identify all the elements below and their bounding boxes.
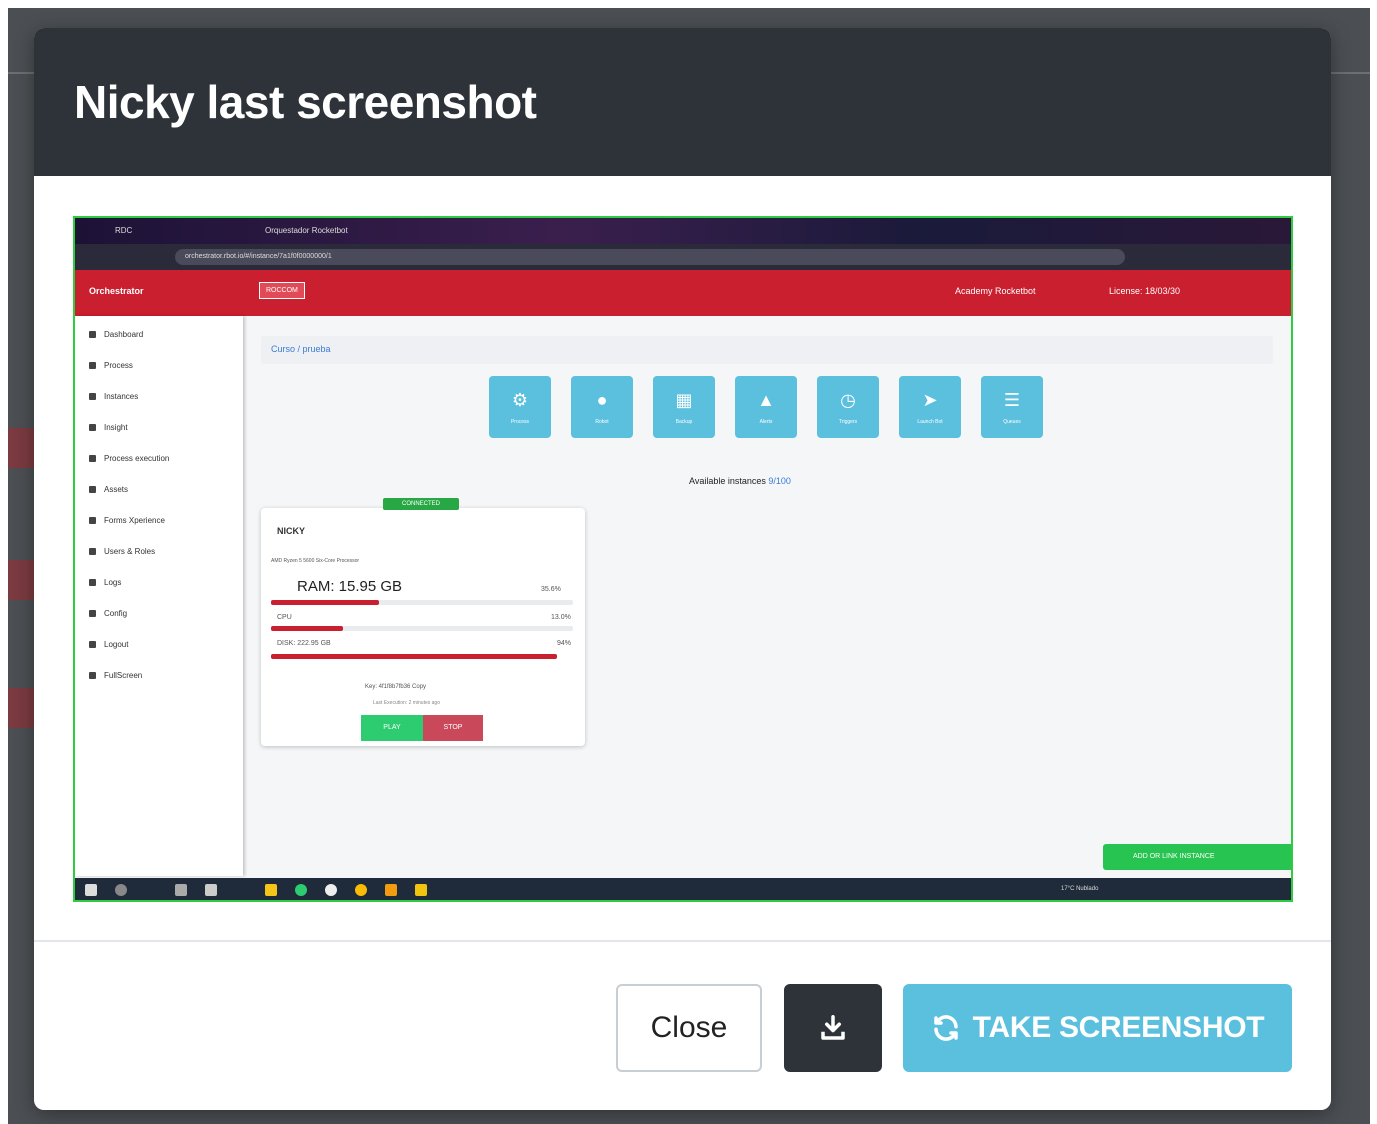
screenshot-image: RDC Orquestador Rocketbot orchestrator.r… [73, 216, 1293, 902]
app-name: Orchestrator [89, 286, 144, 296]
backdrop-red-block [8, 688, 34, 728]
tile-launch-bot: ➤ Launch Bot [899, 376, 961, 438]
app-icon [175, 884, 187, 896]
browser-tab-label: Orquestador Rocketbot [265, 226, 348, 235]
instance-name: NICKY [277, 526, 306, 536]
take-screenshot-button[interactable]: TAKE SCREENSHOT [903, 984, 1292, 1072]
start-icon [85, 884, 97, 896]
add-link-instance-button: ADD OR LINK INSTANCE [1103, 844, 1291, 870]
cpu-model: AMD Ryzen 5 5600 Six-Core Processor [271, 558, 360, 564]
browser-url: orchestrator.rbot.io/#/instance/7a1f0f00… [175, 249, 1125, 265]
instance-card: CONNECTED NICKY AMD Ryzen 5 5600 Six-Cor… [261, 498, 585, 746]
app-header: Orchestrator ROCCOM Academy Rocketbot Li… [75, 270, 1291, 316]
tile-queues: ☰ Queues [981, 376, 1043, 438]
browser-tab-label: RDC [115, 226, 133, 235]
cpu-bar [271, 626, 343, 631]
refresh-icon [933, 1015, 958, 1041]
cpu-label: CPU [277, 614, 292, 621]
stop-button: STOP [423, 715, 483, 741]
search-icon [115, 884, 127, 896]
sidebar-item: Insight [89, 423, 128, 432]
sidebar-item: Process execution [89, 454, 169, 463]
sidebar-item: Assets [89, 485, 128, 494]
ram-percent: 35.6% [541, 586, 561, 593]
modal-header: Nicky last screenshot [34, 28, 1331, 176]
modal-footer: Close TAKE SCREENSHOT [34, 942, 1331, 1110]
tile-process: ⚙ Process [489, 376, 551, 438]
app-sidebar: Dashboard Process Instances Insight Proc… [75, 316, 243, 876]
sidebar-item: Dashboard [89, 330, 143, 339]
screenshot-modal: Nicky last screenshot RDC Orquestador Ro… [34, 28, 1331, 1110]
disk-bar [271, 654, 557, 659]
header-account: Academy Rocketbot [955, 286, 1036, 296]
tile-triggers: ◷ Triggers [817, 376, 879, 438]
app-icon [385, 884, 397, 896]
sidebar-item: Logs [89, 578, 121, 587]
take-screenshot-label: TAKE SCREENSHOT [972, 1011, 1265, 1044]
sidebar-item: FullScreen [89, 671, 142, 680]
ram-label: RAM: 15.95 GB [297, 578, 403, 595]
sidebar-item: Process [89, 361, 133, 370]
close-button[interactable]: Close [616, 984, 762, 1072]
available-instances: Available instances 9/100 [689, 476, 791, 486]
backdrop-red-block [8, 428, 34, 468]
app-breadcrumb: Curso / prueba [261, 336, 1273, 364]
status-badge: CONNECTED [383, 498, 459, 510]
modal-body: RDC Orquestador Rocketbot orchestrator.r… [34, 176, 1331, 942]
app-icon [265, 884, 277, 896]
tile-robot: ● Robot [571, 376, 633, 438]
disk-percent: 94% [557, 640, 572, 647]
ram-bar [271, 600, 379, 605]
sidebar-item: Logout [89, 640, 128, 649]
download-button[interactable] [784, 984, 882, 1072]
windows-taskbar: 17°C Nublado [75, 878, 1291, 900]
sidebar-item: Forms Xperience [89, 516, 165, 525]
chrome-icon [355, 884, 367, 896]
app-icon [205, 884, 217, 896]
header-license: License: 18/03/30 [1109, 286, 1181, 296]
browser-tabbar: RDC Orquestador Rocketbot [75, 218, 1291, 244]
sidebar-item: Users & Roles [89, 547, 155, 556]
sidebar-item: Config [89, 609, 127, 618]
play-button: PLAY [361, 715, 423, 741]
disk-label: DISK: 222.95 GB [277, 640, 331, 647]
app-icon [295, 884, 307, 896]
sidebar-item: Instances [89, 392, 138, 401]
instance-key: Key: 4f1f8b7fb36 Copy [365, 684, 427, 690]
taskbar-weather: 17°C Nublado [1061, 886, 1099, 892]
app-icon [325, 884, 337, 896]
tile-alerts: ▲ Alerts [735, 376, 797, 438]
folder-icon [415, 884, 427, 896]
backdrop-red-block [8, 560, 34, 600]
cpu-percent: 13.0% [551, 614, 571, 621]
modal-title: Nicky last screenshot [74, 76, 537, 128]
browser-addressbar: orchestrator.rbot.io/#/instance/7a1f0f00… [75, 244, 1291, 270]
download-icon [821, 1015, 845, 1040]
header-badge: ROCCOM [259, 282, 305, 299]
tile-backup: ▦ Backup [653, 376, 715, 438]
last-execution: Last Execution: 2 minutes ago [373, 700, 440, 706]
